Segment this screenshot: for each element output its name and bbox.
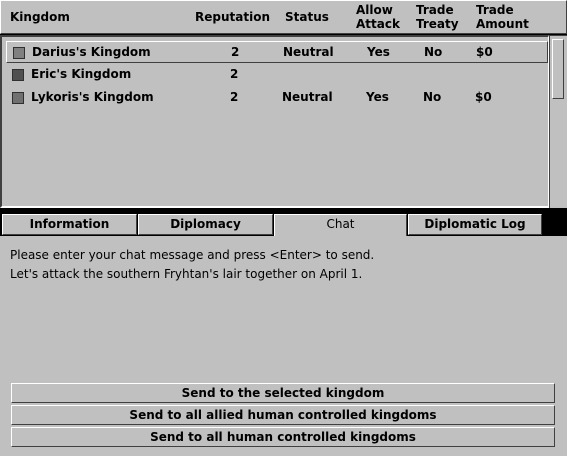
kingdom-status: Neutral <box>283 45 334 59</box>
kingdom-name: Eric's Kingdom <box>31 67 132 81</box>
kingdom-color-swatch <box>12 69 24 81</box>
header-allow-attack-line1[interactable]: Allow <box>356 4 393 17</box>
header-trade-treaty-line1[interactable]: Trade <box>416 4 454 17</box>
kingdom-color-swatch <box>12 92 24 104</box>
header-allow-attack-line2[interactable]: Attack <box>356 18 400 31</box>
kingdom-row[interactable]: Darius's Kingdom 2 Neutral Yes No $0 <box>6 41 548 63</box>
header-trade-treaty-line2[interactable]: Treaty <box>416 18 459 31</box>
header-status[interactable]: Status <box>285 11 329 24</box>
kingdom-status: Neutral <box>282 90 333 104</box>
kingdom-reputation: 2 <box>231 45 240 59</box>
chat-instruction: Please enter your chat message and press… <box>10 248 375 262</box>
send-to-allied-button[interactable]: Send to all allied human controlled king… <box>11 405 555 425</box>
send-to-all-button[interactable]: Send to all human controlled kingdoms <box>11 427 555 447</box>
kingdom-name: Lykoris's Kingdom <box>31 90 154 104</box>
scrollbar-thumb[interactable] <box>552 39 564 99</box>
kingdom-table-header: Kingdom Reputation Status Allow Attack T… <box>0 0 567 34</box>
header-reputation[interactable]: Reputation <box>195 11 270 24</box>
kingdom-trade-treaty: No <box>424 45 443 59</box>
kingdom-allow-attack: Yes <box>367 45 390 59</box>
tab-diplomatic-log[interactable]: Diplomatic Log <box>408 214 542 235</box>
kingdom-list-scrollbar[interactable] <box>549 35 567 208</box>
kingdom-reputation: 2 <box>230 67 239 81</box>
tab-information[interactable]: Information <box>2 214 137 235</box>
header-trade-amount-line1[interactable]: Trade <box>476 4 514 17</box>
header-trade-amount-line2[interactable]: Amount <box>476 18 529 31</box>
kingdom-trade-amount: $0 <box>475 90 492 104</box>
kingdom-trade-treaty: No <box>423 90 442 104</box>
chat-panel: Please enter your chat message and press… <box>0 236 567 456</box>
header-kingdom[interactable]: Kingdom <box>10 11 70 24</box>
chat-message-input[interactable]: Let's attack the southern Fryhtan's lair… <box>10 267 362 281</box>
kingdom-row[interactable]: Eric's Kingdom 2 <box>6 64 548 86</box>
kingdom-reputation: 2 <box>230 90 239 104</box>
tab-chat[interactable]: Chat <box>274 214 407 236</box>
tab-bar: Information Diplomacy Chat Diplomatic Lo… <box>0 211 567 236</box>
kingdom-allow-attack: Yes <box>366 90 389 104</box>
kingdom-list: Darius's Kingdom 2 Neutral Yes No $0 Eri… <box>0 35 549 208</box>
diplomacy-window: Kingdom Reputation Status Allow Attack T… <box>0 0 567 456</box>
kingdom-color-swatch <box>13 47 25 59</box>
kingdom-row[interactable]: Lykoris's Kingdom 2 Neutral Yes No $0 <box>6 87 548 109</box>
send-to-selected-button[interactable]: Send to the selected kingdom <box>11 383 555 403</box>
kingdom-name: Darius's Kingdom <box>32 45 151 59</box>
kingdom-trade-amount: $0 <box>476 45 493 59</box>
tab-diplomacy[interactable]: Diplomacy <box>138 214 273 235</box>
